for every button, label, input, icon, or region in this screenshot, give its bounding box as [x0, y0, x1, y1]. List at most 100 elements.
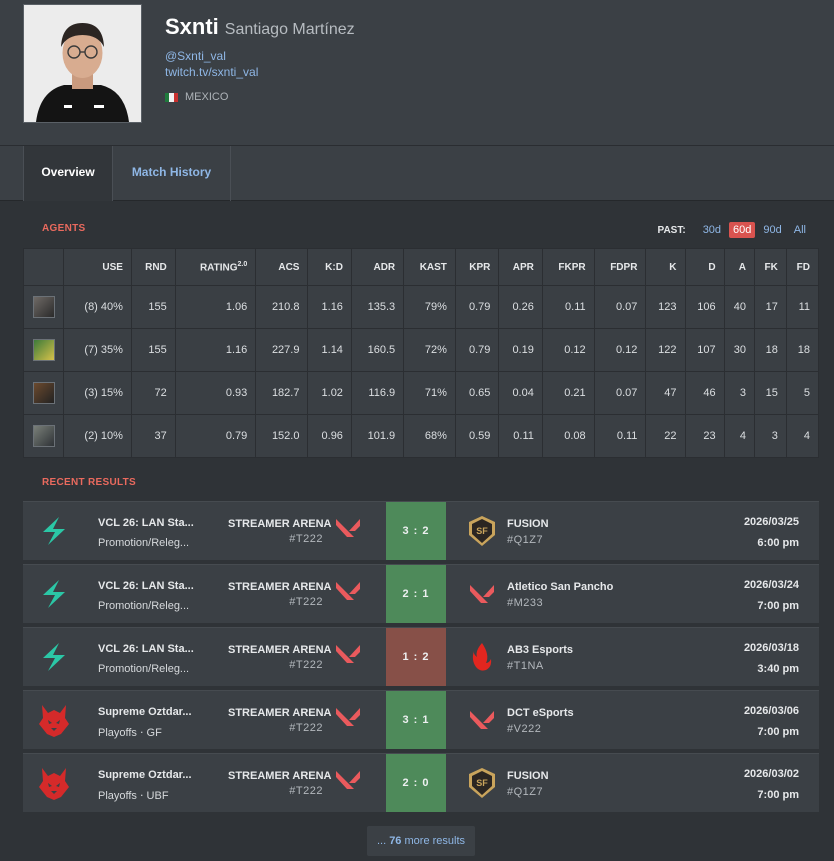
more-results-button[interactable]: ... 76 more results [367, 826, 475, 856]
twitter-link[interactable]: @Sxnti_val [165, 49, 226, 63]
event-stage: Playoffs ‧ GF [98, 727, 162, 739]
stat-cell: 30 [723, 328, 755, 372]
team1-name: STREAMER ARENA [228, 518, 332, 530]
team2-fusion-logo-icon: SF [468, 767, 496, 799]
player-handle: Sxnti [165, 14, 219, 39]
agent-portrait-icon[interactable] [32, 339, 55, 361]
stat-cell: 135.3 [350, 285, 405, 329]
agent-row: (3) 15% 72 0.93 182.7 1.02 116.9 71% 0.65 0.04 0.… [23, 371, 820, 415]
match-time: 6:00 pm [757, 537, 799, 549]
agent-portrait-icon[interactable] [32, 296, 55, 318]
team2-name: FUSION [507, 770, 549, 782]
stat-cell: 79% [403, 285, 456, 329]
svg-text:SF: SF [476, 778, 488, 788]
stat-cell: (2) 10% [63, 414, 132, 458]
match-time: 7:00 pm [757, 600, 799, 612]
profile-tabs: Overview Match History [0, 146, 834, 201]
stat-cell: 71% [403, 371, 456, 415]
match-date: 2026/03/02 [743, 768, 799, 780]
team2-name: Atletico San Pancho [507, 581, 614, 593]
stat-cell: 0.12 [541, 328, 595, 372]
agent-row: (7) 35% 155 1.16 227.9 1.14 160.5 72% 0.79 0.19 0… [23, 328, 820, 372]
stat-cell: 116.9 [350, 371, 405, 415]
stat-cell: 40 [723, 285, 755, 329]
stat-cell: 106 [684, 285, 725, 329]
column-header: ADR [350, 248, 405, 286]
match-row[interactable]: VCL 26: LAN Sta... Promotion/Releg... STRE… [23, 564, 819, 623]
match-score: 3 : 1 [386, 691, 446, 749]
match-date: 2026/03/25 [743, 516, 799, 528]
period-option-90d[interactable]: 90d [759, 222, 785, 238]
column-header: A [723, 248, 755, 286]
stat-cell: 123 [645, 285, 686, 329]
more-results-count: 76 [389, 835, 402, 847]
event-bolt-logo-icon [23, 565, 84, 623]
stat-cell: 11 [785, 285, 820, 329]
event-name: VCL 26: LAN Sta... [98, 580, 194, 592]
tab-match-history[interactable]: Match History [113, 146, 231, 201]
match-row[interactable]: VCL 26: LAN Sta... Promotion/Releg... STRE… [23, 501, 819, 560]
team2-tag: #Q1Z7 [507, 534, 544, 546]
column-header: APR [498, 248, 543, 286]
stat-cell: 3 [753, 414, 787, 458]
stat-cell: 0.59 [454, 414, 500, 458]
stat-cell: 155 [130, 285, 176, 329]
stat-cell: 0.79 [174, 414, 257, 458]
event-wolf-logo-icon [23, 691, 84, 749]
team2-tag: #Q1Z7 [507, 786, 544, 798]
stat-cell: 1.16 [307, 285, 352, 329]
stat-cell: 1.02 [307, 371, 352, 415]
agents-table-header: USE RND RATING2.0 ACS K:D ADR KAST KPR A… [23, 248, 820, 286]
country-name: MEXICO [185, 91, 229, 103]
column-header: ACS [255, 248, 309, 286]
event-name: Supreme Oztdar... [98, 769, 192, 781]
event-wolf-logo-icon [23, 754, 84, 812]
stat-cell: 18 [753, 328, 787, 372]
stat-cell: 182.7 [255, 371, 309, 415]
tab-overview[interactable]: Overview [23, 146, 113, 201]
team2-name: DCT eSports [507, 707, 574, 719]
match-date: 2026/03/06 [743, 705, 799, 717]
agent-cell [23, 371, 64, 415]
team2-flame-logo-icon [468, 641, 496, 673]
match-row[interactable]: Supreme Oztdar... Playoffs ‧ GF STREAMER A… [23, 690, 819, 749]
more-results-suffix: more results [404, 835, 466, 847]
stat-cell: 72% [403, 328, 456, 372]
twitch-link[interactable]: twitch.tv/sxnti_val [165, 65, 258, 79]
stat-cell: 101.9 [350, 414, 405, 458]
match-row[interactable]: VCL 26: LAN Sta... Promotion/Releg... STRE… [23, 627, 819, 686]
team2-fusion-logo-icon: SF [468, 515, 496, 547]
player-real-name: Santiago Martínez [224, 21, 355, 38]
period-option-all[interactable]: All [790, 222, 810, 238]
event-stage: Promotion/Releg... [98, 537, 190, 549]
valorant-logo-icon [335, 581, 361, 606]
valorant-logo-icon [335, 518, 361, 543]
stat-cell: 1.06 [174, 285, 257, 329]
agents-section-title: AGENTS [42, 223, 86, 234]
match-score: 2 : 1 [386, 565, 446, 623]
stat-cell: 227.9 [255, 328, 309, 372]
period-filter: PAST: 30d 60d 90d All [658, 222, 810, 238]
stat-cell: 47 [645, 371, 686, 415]
rating-version: 2.0 [237, 260, 248, 268]
stat-cell: 0.12 [593, 328, 647, 372]
player-country: MEXICO [165, 91, 228, 103]
team1-name: STREAMER ARENA [228, 581, 332, 593]
event-bolt-logo-icon [23, 628, 84, 686]
stat-cell: 0.79 [454, 285, 500, 329]
match-row[interactable]: Supreme Oztdar... Playoffs ‧ UBF STREAMER … [23, 753, 819, 812]
team2-name: FUSION [507, 518, 549, 530]
event-bolt-logo-icon [23, 502, 84, 560]
stat-cell: 160.5 [350, 328, 405, 372]
period-option-60d[interactable]: 60d [729, 222, 756, 238]
agent-cell [23, 285, 64, 329]
agent-row: (2) 10% 37 0.79 152.0 0.96 101.9 68% 0.59 0.11 0.… [23, 414, 820, 458]
stat-cell: 1.14 [307, 328, 352, 372]
period-option-30d[interactable]: 30d [699, 222, 725, 238]
team2-tag: #M233 [507, 597, 544, 609]
event-name: VCL 26: LAN Sta... [98, 643, 194, 655]
team1-name: STREAMER ARENA [228, 770, 332, 782]
agent-portrait-icon[interactable] [32, 425, 55, 447]
agent-portrait-icon[interactable] [32, 382, 55, 404]
player-avatar [23, 4, 142, 123]
